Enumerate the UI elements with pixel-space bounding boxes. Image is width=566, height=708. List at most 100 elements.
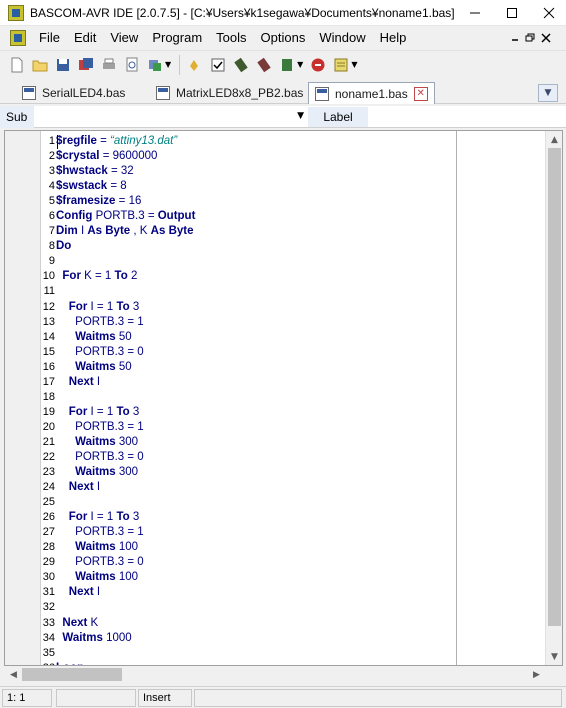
menu-edit[interactable]: Edit — [67, 27, 103, 49]
chip-simulate-icon — [257, 57, 271, 72]
code-line[interactable]: Dim I As Byte , K As Byte — [56, 224, 456, 239]
tab-seriallinkled4[interactable]: SerialLED4.bas — [16, 82, 131, 104]
code-line[interactable]: For I = 1 To 3 — [56, 405, 456, 420]
code-line[interactable]: Waitms 300 — [56, 465, 456, 480]
code-line[interactable]: PORTB.3 = 0 — [56, 345, 456, 360]
code-line[interactable]: Waitms 50 — [56, 360, 456, 375]
menu-window[interactable]: Window — [312, 27, 372, 49]
code-line[interactable]: Waitms 100 — [56, 570, 456, 585]
code-line[interactable]: PORTB.3 = 0 — [56, 555, 456, 570]
code-line[interactable]: PORTB.3 = 1 — [56, 420, 456, 435]
open-file-button[interactable] — [31, 56, 49, 74]
notes-button[interactable] — [332, 56, 350, 74]
new-file-button[interactable] — [8, 56, 26, 74]
vertical-scroll-thumb[interactable] — [548, 148, 561, 626]
code-line[interactable] — [56, 284, 456, 299]
code-line[interactable] — [56, 600, 456, 615]
compile-button[interactable] — [209, 56, 227, 74]
mdi-restore-button[interactable] — [522, 27, 538, 49]
label-select[interactable]: Label — [308, 106, 368, 127]
code-line[interactable]: $framesize = 16 — [56, 194, 456, 209]
restore-icon — [525, 33, 535, 42]
code-area[interactable]: $regfile = “attiny13.dat” $crystal = 9600… — [56, 134, 456, 665]
code-line[interactable] — [56, 495, 456, 510]
tab-label: MatrixLED8x8_PB2.bas — [176, 86, 304, 100]
scroll-left-icon[interactable]: ◀ — [5, 666, 22, 683]
line-number: 27 — [42, 526, 55, 539]
code-line[interactable]: Config PORTB.3 = Output — [56, 209, 456, 224]
check-icon — [211, 58, 225, 71]
save-all-button[interactable] — [77, 56, 95, 74]
tab-matrixled8x8[interactable]: MatrixLED8x8_PB2.bas — [150, 82, 309, 104]
code-line[interactable]: Waitms 300 — [56, 435, 456, 450]
code-line[interactable]: $regfile = “attiny13.dat” — [56, 134, 456, 149]
scroll-up-icon[interactable]: ▲ — [546, 131, 563, 148]
code-editor[interactable]: 1 2 3 4 5 6 7 8 9 10 11 12 13 14 15 16 17 18 19 20 21 22 23 24 2… — [4, 130, 563, 666]
print-icon — [103, 58, 115, 69]
horizontal-scroll-thumb[interactable] — [22, 668, 122, 681]
code-line[interactable]: Waitms 50 — [56, 330, 456, 345]
scroll-down-icon[interactable]: ▼ — [546, 648, 563, 665]
menu-help[interactable]: Help — [373, 27, 414, 49]
mdi-close-button[interactable] — [538, 27, 554, 49]
code-line[interactable]: Next I — [56, 480, 456, 495]
menu-tools[interactable]: Tools — [209, 27, 253, 49]
code-line[interactable]: Waitms 100 — [56, 540, 456, 555]
save-button[interactable] — [54, 56, 72, 74]
stop-button[interactable] — [309, 56, 327, 74]
bas-file-icon — [156, 86, 170, 100]
line-number: 4 — [48, 180, 55, 193]
code-line[interactable]: Do — [56, 239, 456, 254]
simulate-button[interactable] — [255, 56, 273, 74]
code-line[interactable]: For K = 1 To 2 — [56, 269, 456, 284]
chevron-down-icon[interactable]: ▼ — [297, 60, 303, 69]
line-number: 13 — [42, 315, 55, 328]
horizontal-scrollbar[interactable]: ◀ ▶ — [5, 666, 545, 683]
sub-label-bar: Sub ▼ Label — [0, 105, 566, 128]
menu-options[interactable]: Options — [254, 27, 313, 49]
code-line[interactable]: $hwstack = 32 — [56, 164, 456, 179]
minimize-button[interactable] — [460, 0, 490, 26]
menu-view[interactable]: View — [103, 27, 145, 49]
line-number: 17 — [42, 375, 55, 388]
code-line[interactable]: $swstack = 8 — [56, 179, 456, 194]
code-line[interactable]: Next I — [56, 375, 456, 390]
code-line[interactable]: For I = 1 To 3 — [56, 510, 456, 525]
document-menu-icon[interactable] — [10, 30, 26, 46]
find-button[interactable] — [146, 56, 164, 74]
vertical-scrollbar[interactable]: ▲ ▼ — [545, 131, 562, 665]
close-button[interactable] — [534, 0, 564, 26]
menu-program[interactable]: Program — [145, 27, 209, 49]
print-button[interactable] — [100, 56, 118, 74]
tab-noname1[interactable]: noname1.bas ✕ — [308, 82, 435, 104]
line-number: 22 — [42, 450, 55, 463]
code-line[interactable]: For I = 1 To 3 — [56, 300, 456, 315]
tab-list-dropdown[interactable]: ▼ — [538, 84, 558, 102]
chevron-down-icon[interactable]: ▼ — [165, 60, 171, 69]
terminal-button[interactable] — [278, 56, 296, 74]
scroll-right-icon[interactable]: ▶ — [528, 666, 545, 683]
code-line[interactable] — [56, 254, 456, 269]
program-chip-button[interactable] — [232, 56, 250, 74]
syntax-check-button[interactable] — [186, 56, 204, 74]
sub-select[interactable]: ▼ — [36, 107, 306, 127]
code-line[interactable]: Waitms 1000 — [56, 631, 456, 646]
code-line[interactable]: Next K — [56, 616, 456, 631]
code-line[interactable] — [56, 390, 456, 405]
text-caret — [57, 135, 58, 149]
maximize-button[interactable] — [497, 0, 527, 26]
code-line[interactable]: PORTB.3 = 1 — [56, 315, 456, 330]
close-icon — [543, 7, 555, 19]
chevron-down-icon[interactable]: ▼ — [351, 60, 357, 69]
chevron-down-icon: ▼ — [544, 88, 552, 98]
print-preview-button[interactable] — [123, 56, 141, 74]
code-line[interactable]: PORTB.3 = 0 — [56, 450, 456, 465]
code-line[interactable] — [56, 646, 456, 661]
tab-close-icon[interactable]: ✕ — [413, 86, 428, 101]
code-line[interactable]: $crystal = 9600000 — [56, 149, 456, 164]
code-line[interactable]: Next I — [56, 585, 456, 600]
menu-file[interactable]: File — [32, 27, 67, 49]
bascom-app-icon[interactable] — [8, 4, 24, 21]
code-line[interactable]: PORTB.3 = 1 — [56, 525, 456, 540]
sub-label: Sub — [0, 105, 34, 128]
